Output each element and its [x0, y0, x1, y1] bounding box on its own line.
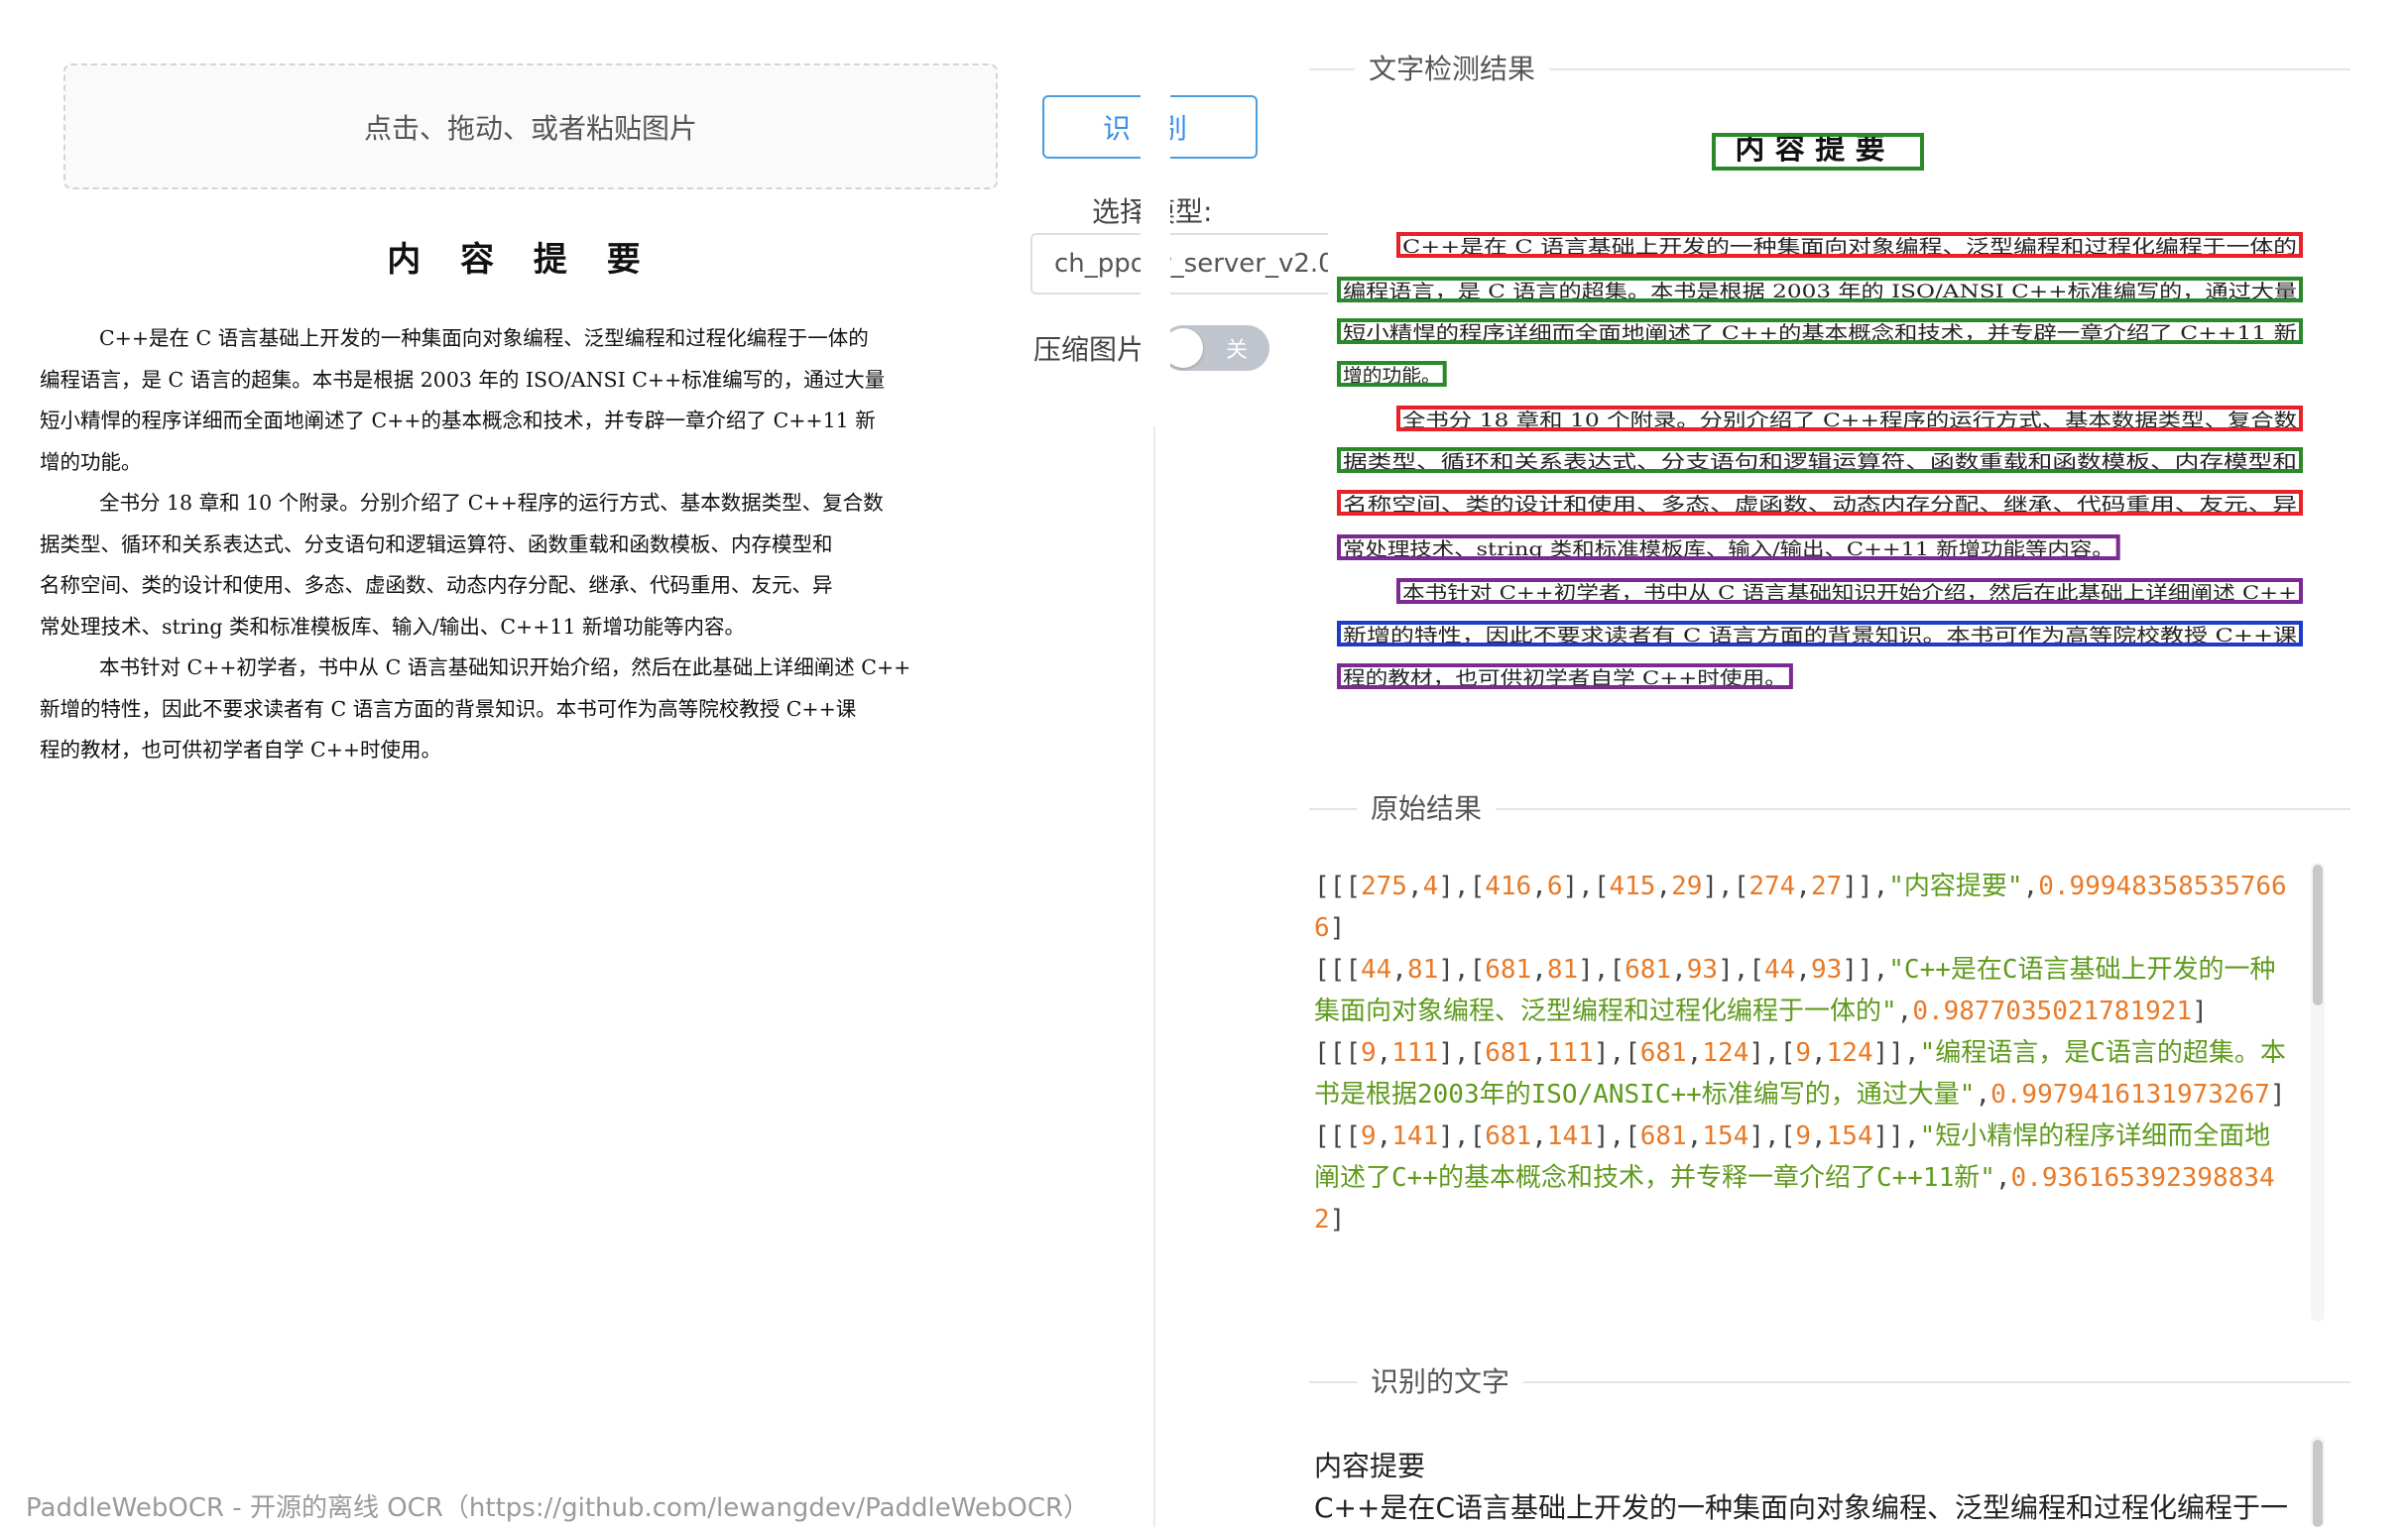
document-line: 常处理技术、string 类和标准模板库、输入/输出、C++11 新增功能等内容… — [40, 614, 746, 639]
section-title: 原始结果 — [1357, 789, 1497, 829]
recognized-line: 内容提要 — [1314, 1450, 1426, 1482]
compress-toggle[interactable]: 关 — [1160, 325, 1269, 371]
detection-section-header: 文字检测结果 — [1309, 50, 2350, 89]
document-line: 新增的特性，因此不要求读者有 C 语言方面的背景知识。本书可作为高等院校教授 C… — [40, 696, 857, 721]
footer-credit: PaddleWebOCR - 开源的离线 OCR（https://github.… — [26, 1493, 1090, 1523]
document-line: 编程语言，是 C 语言的超集。本书是根据 2003 年的 ISO/ANSI C+… — [40, 367, 886, 392]
document-line: 本书针对 C++初学者，书中从 C 语言基础知识开始介绍，然后在此基础上详细阐述… — [99, 655, 911, 679]
dropzone-hint: 点击、拖动、或者粘贴图片 — [363, 111, 697, 145]
section-title: 文字检测结果 — [1355, 50, 1550, 89]
document-line: 据类型、循环和关系表达式、分支语句和逻辑运算符、函数重载和函数模板、内存模型和 — [40, 531, 833, 556]
recognized-text: 内容提要 C++是在C语言基础上开发的一种集面向对象编程、泛型编程和过程化编程于… — [1314, 1446, 2301, 1529]
detection-title: 内 容 提 要 — [1735, 132, 1884, 167]
text-scrollbar-thumb[interactable] — [2313, 1440, 2323, 1527]
divider-gap — [1141, 0, 1170, 426]
document-line: C++是在 C 语言基础上开发的一种集面向对象编程、泛型编程和过程化编程于一体的 — [99, 326, 869, 350]
raw-result-entry: [[[275,4],[416,6],[415,29],[274,27]],"内容… — [1314, 872, 2287, 943]
source-image: 内 容 提 要 C++是在 C 语言基础上开发的一种集面向对象编程、泛型编程和过… — [40, 218, 982, 813]
raw-result-entry: [[[9,111],[681,111],[681,124],[9,124]],"… — [1314, 1038, 2286, 1110]
text-section-header: 识别的文字 — [1309, 1362, 2350, 1402]
document-title: 内 容 提 要 — [387, 240, 655, 280]
image-dropzone[interactable]: 点击、拖动、或者粘贴图片 — [63, 63, 998, 189]
compress-label: 压缩图片: — [1033, 333, 1154, 366]
document-paragraph: 本书针对 C++初学者，书中从 C 语言基础知识开始介绍，然后在此基础上详细阐述… — [40, 647, 982, 771]
raw-scrollbar-thumb[interactable] — [2313, 865, 2323, 1005]
raw-result-json: [[[275,4],[416,6],[415,29],[274,27]],"内容… — [1314, 866, 2296, 1322]
document-line: 程的教材，也可供初学者自学 C++时使用。 — [40, 738, 442, 762]
document-line: 短小精悍的程序详细而全面地阐述了 C++的基本概念和技术，并专辟一章介绍了 C+… — [40, 409, 876, 432]
detection-canvas: 内 容 提 要C++是在 C 语言基础上开发的一种集面向对象编程、泛型编程和过程… — [1337, 132, 2303, 689]
document-paragraph: C++是在 C 语言基础上开发的一种集面向对象编程、泛型编程和过程化编程于一体的… — [40, 318, 982, 483]
raw-section-header: 原始结果 — [1309, 789, 2350, 829]
document-line: 名称空间、类的设计和使用、多态、虚函数、动态内存分配、继承、代码重用、友元、异 — [40, 573, 833, 597]
recognized-line: C++是在C语言基础上开发的一种集面向对象编程、泛型编程和过程化编程于一 — [1314, 1491, 2289, 1524]
detection-result-image: 内 容 提 要 C++是在 C 语言基础上开发的一种集面向对象编程、泛型编程和过程… — [1309, 109, 2321, 724]
raw-result-entry: [[[44,81],[681,81],[681,93],[44,93]],"C+… — [1314, 955, 2276, 1026]
document-line: 增的功能。 — [40, 449, 142, 474]
toggle-state-text: 关 — [1225, 338, 1248, 363]
model-select[interactable]: ch_ppocr_server_v2.0 — [1030, 233, 1328, 294]
raw-result-entry: [[[9,141],[681,141],[681,154],[9,154]],"… — [1314, 1121, 2275, 1235]
document-paragraph: 全书分 18 章和 10 个附录。分别介绍了 C++程序的运行方式、基本数据类型… — [40, 483, 982, 647]
document-line: 全书分 18 章和 10 个附录。分别介绍了 C++程序的运行方式、基本数据类型… — [99, 491, 884, 515]
section-title: 识别的文字 — [1357, 1362, 1524, 1402]
